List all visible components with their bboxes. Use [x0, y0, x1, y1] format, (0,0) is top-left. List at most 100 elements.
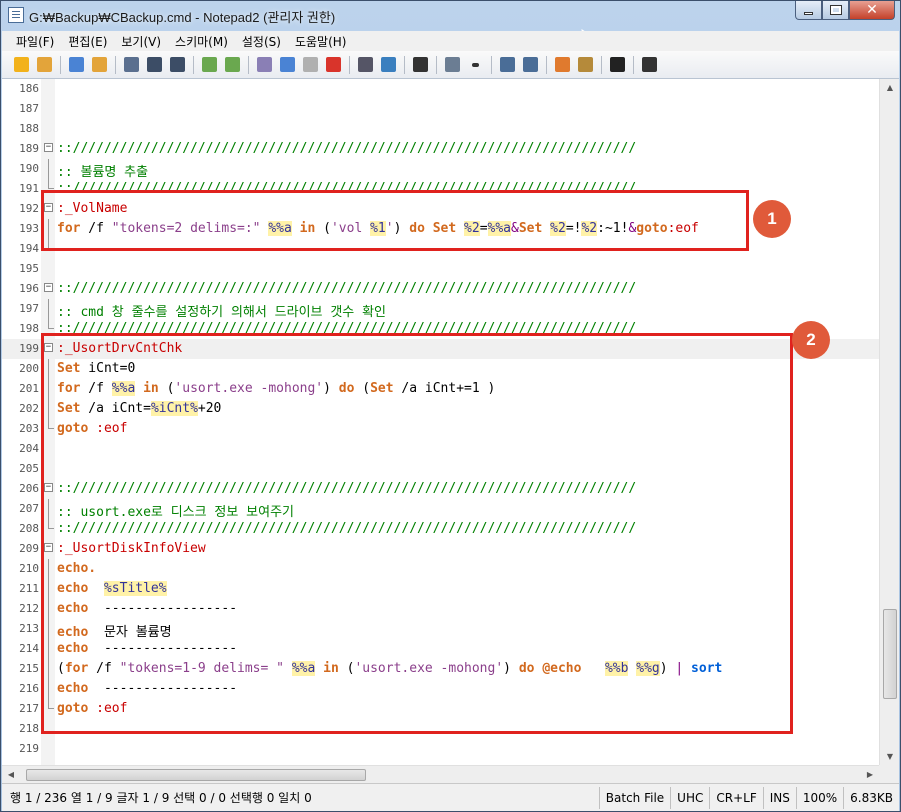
cut-button[interactable] — [253, 54, 276, 76]
code-text: :: 볼륨명 추출 — [57, 161, 148, 180]
horizontal-scroll-thumb[interactable] — [26, 769, 366, 781]
title-bar[interactable]: G:₩Backup₩CBackup.cmd - Notepad2 (관리자 권한… — [1, 1, 900, 31]
toolbar-separator — [193, 55, 194, 74]
highlight-box-1 — [41, 190, 749, 251]
code-token: :: cmd 창 줄수를 설정하기 의해서 드라이브 갯수 확인 — [57, 305, 386, 320]
word-wrap-button[interactable] — [409, 54, 432, 76]
code-line[interactable]: 189−:://////////////////////////////////… — [2, 139, 879, 159]
undo-button[interactable] — [198, 54, 221, 76]
scroll-corner — [879, 765, 899, 783]
copy-button[interactable] — [276, 54, 299, 76]
notepad-app-icon[interactable] — [8, 7, 24, 23]
open-folder-button[interactable] — [33, 54, 56, 76]
line-number: 206 — [19, 482, 39, 495]
toolbar — [2, 51, 899, 79]
save-copy-button[interactable] — [166, 54, 189, 76]
code-line[interactable]: 219 — [2, 739, 879, 759]
line-number: 192 — [19, 202, 39, 215]
line-number: 194 — [19, 242, 39, 255]
paste-icon — [303, 57, 318, 72]
code-text: :: cmd 창 줄수를 설정하기 의해서 드라이브 갯수 확인 — [57, 301, 386, 320]
scroll-down-arrow-icon[interactable]: ▼ — [880, 748, 899, 765]
status-scheme[interactable]: Batch File — [598, 786, 670, 809]
code-line[interactable]: 196−:://////////////////////////////////… — [2, 279, 879, 299]
line-number: 188 — [19, 122, 39, 135]
maximize-button[interactable] — [822, 1, 849, 20]
new-star-button[interactable] — [10, 54, 33, 76]
toolbar-separator — [349, 55, 350, 74]
code-line[interactable]: 187 — [2, 99, 879, 119]
toolbar-separator — [60, 55, 61, 74]
replace-button[interactable] — [377, 54, 400, 76]
paste-button[interactable] — [299, 54, 322, 76]
toolbar-separator — [546, 55, 547, 74]
line-number: 196 — [19, 282, 39, 295]
status-mode[interactable]: INS — [762, 786, 796, 809]
zoom-in-button[interactable] — [496, 54, 519, 76]
highlight-box-2 — [41, 333, 793, 734]
menu-bar: 파일(F) 편집(E) 보기(V) 스키마(M) 설정(S) 도움말(H) — [2, 31, 899, 51]
dropdown-button[interactable] — [464, 54, 487, 76]
code-line[interactable]: 195 — [2, 259, 879, 279]
line-number: 202 — [19, 402, 39, 415]
vertical-scrollbar[interactable]: ▲ ▼ — [879, 79, 899, 765]
menu-file[interactable]: 파일(F) — [10, 33, 60, 50]
scheme-button[interactable] — [551, 54, 574, 76]
fold-line — [48, 159, 49, 179]
save-button[interactable] — [120, 54, 143, 76]
scroll-left-arrow-icon[interactable]: ◀ — [2, 766, 20, 784]
notepad2-window: G:₩Backup₩CBackup.cmd - Notepad2 (관리자 권한… — [0, 0, 901, 812]
code-token: :: 볼륨명 추출 — [57, 165, 149, 180]
save-as-button[interactable] — [143, 54, 166, 76]
menu-edit[interactable]: 편집(E) — [62, 33, 113, 50]
code-token: :://////////////////////////////////////… — [57, 281, 637, 296]
line-number: 193 — [19, 222, 39, 235]
menu-scheme[interactable]: 스키마(M) — [169, 33, 234, 50]
horizontal-scrollbar[interactable]: ◀ ▶ — [2, 765, 879, 783]
status-eol[interactable]: CR+LF — [709, 786, 762, 809]
zoom-in-icon — [500, 57, 515, 72]
line-number: 209 — [19, 542, 39, 555]
code-line[interactable]: 197:: cmd 창 줄수를 설정하기 의해서 드라이브 갯수 확인 — [2, 299, 879, 320]
redo-button[interactable] — [221, 54, 244, 76]
scroll-right-arrow-icon[interactable]: ▶ — [861, 766, 879, 784]
line-number: 216 — [19, 682, 39, 695]
menu-settings[interactable]: 설정(S) — [236, 33, 287, 50]
annotation-badge-2: 2 — [792, 321, 830, 359]
find-button[interactable] — [354, 54, 377, 76]
list-button[interactable] — [441, 54, 464, 76]
open-file-button[interactable] — [88, 54, 111, 76]
zoom-out-button[interactable] — [519, 54, 542, 76]
fold-toggle-icon[interactable]: − — [44, 143, 53, 152]
save-as-icon — [147, 57, 162, 72]
undo-icon — [202, 57, 217, 72]
line-number: 218 — [19, 722, 39, 735]
delete-icon — [326, 57, 341, 72]
code-line[interactable]: 188 — [2, 119, 879, 139]
line-number: 186 — [19, 82, 39, 95]
new-file-button[interactable] — [65, 54, 88, 76]
menu-help[interactable]: 도움말(H) — [289, 33, 353, 50]
line-number: 204 — [19, 442, 39, 455]
exit-button[interactable] — [638, 54, 661, 76]
fold-toggle-icon[interactable]: − — [44, 283, 53, 292]
delete-button[interactable] — [322, 54, 345, 76]
code-line[interactable]: 186 — [2, 79, 879, 99]
code-line[interactable]: 190:: 볼륨명 추출 — [2, 159, 879, 180]
customize-button[interactable] — [574, 54, 597, 76]
line-number: 198 — [19, 322, 39, 335]
terminal-button[interactable] — [606, 54, 629, 76]
minimize-button[interactable] — [795, 1, 822, 20]
status-zoom[interactable]: 100% — [795, 786, 843, 809]
vertical-scroll-thumb[interactable] — [883, 609, 897, 699]
close-icon: ✕ — [866, 2, 878, 18]
toolbar-separator — [404, 55, 405, 74]
close-button[interactable]: ✕ — [849, 1, 895, 20]
menu-view[interactable]: 보기(V) — [115, 33, 167, 50]
status-size: 6.83KB — [843, 786, 899, 809]
line-number: 215 — [19, 662, 39, 675]
scroll-up-arrow-icon[interactable]: ▲ — [880, 79, 899, 96]
line-number: 213 — [19, 622, 39, 635]
status-encoding[interactable]: UHC — [670, 786, 709, 809]
toolbar-separator — [491, 55, 492, 74]
